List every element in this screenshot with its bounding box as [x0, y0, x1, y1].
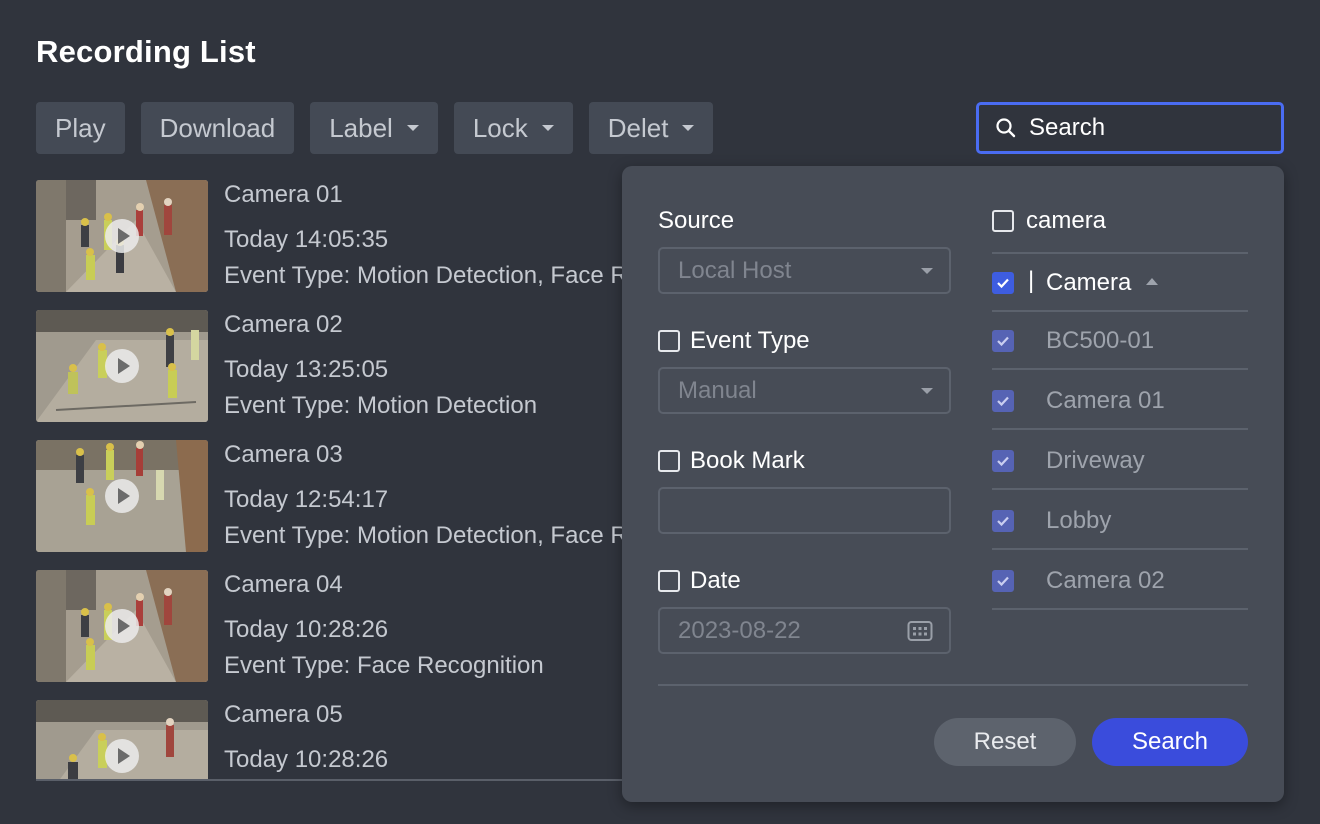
recording-event: Event Type: Motion Detection [224, 392, 537, 420]
event-type-toggle[interactable]: Event Type [658, 327, 810, 355]
date-checkbox[interactable] [658, 570, 680, 592]
source-select-value: Local Host [678, 257, 791, 285]
recording-time: Today 10:28:26 [224, 616, 388, 644]
chevron-down-icon [542, 125, 554, 131]
bookmark-input[interactable] [658, 487, 951, 534]
camera-checkbox[interactable] [992, 390, 1014, 412]
source-label: Source [658, 207, 734, 235]
bookmark-toggle[interactable]: Book Mark [658, 447, 805, 475]
toolbar: Play Download Label Lock Delet [36, 102, 713, 154]
thumbnail[interactable] [36, 180, 208, 292]
list-item[interactable]: Camera 04 Today 10:28:26 Event Type: Fac… [36, 570, 636, 682]
list-item[interactable]: Camera 02 Today 13:25:05 Event Type: Mot… [36, 310, 636, 422]
camera-row[interactable]: BC500-01 [992, 312, 1248, 370]
date-input[interactable]: 2023-08-22 [658, 607, 951, 654]
play-icon[interactable] [104, 608, 140, 644]
camera-name: BC500-01 [1046, 327, 1154, 355]
sort-up-icon[interactable] [1146, 278, 1158, 285]
recording-time: Today 14:05:35 [224, 226, 388, 254]
label-dropdown[interactable]: Label [310, 102, 438, 154]
play-button[interactable]: Play [36, 102, 125, 154]
date-input-value: 2023-08-22 [678, 617, 801, 645]
camera-row[interactable]: Driveway [992, 432, 1248, 490]
chevron-down-icon [682, 125, 694, 131]
event-type-select-value: Manual [678, 377, 757, 405]
play-icon[interactable] [104, 738, 140, 774]
delete-dropdown[interactable]: Delet [589, 102, 714, 154]
list-divider [36, 779, 626, 781]
camera-checkbox[interactable] [992, 330, 1014, 352]
date-label: Date [690, 567, 741, 595]
camera-header-row: | Camera [992, 254, 1248, 312]
bookmark-label: Book Mark [690, 447, 805, 475]
event-type-select[interactable]: Manual [658, 367, 951, 414]
download-button[interactable]: Download [141, 102, 295, 154]
recording-camera: Camera 04 [224, 571, 343, 599]
chevron-down-icon [407, 125, 419, 131]
search-input[interactable] [1029, 114, 1269, 142]
chevron-down-icon [921, 388, 933, 394]
panel-divider [658, 684, 1248, 686]
list-item[interactable]: Camera 03 Today 12:54:17 Event Type: Mot… [36, 440, 636, 552]
camera-checkbox[interactable] [992, 510, 1014, 532]
recording-event: Event Type: Motion Detection, Face Recog… [224, 522, 636, 550]
recording-time: Today 13:25:05 [224, 356, 388, 384]
thumbnail[interactable] [36, 700, 208, 780]
delete-dropdown-label: Delet [608, 113, 669, 144]
recording-camera: Camera 05 [224, 701, 343, 729]
recording-camera: Camera 03 [224, 441, 343, 469]
camera-name: Camera 01 [1046, 387, 1165, 415]
list-item[interactable]: Camera 05 Today 10:28:26 [36, 700, 636, 780]
recording-time: Today 10:28:26 [224, 746, 388, 774]
search-filter-panel: Source Local Host Event Type Manual Book… [622, 166, 1284, 802]
camera-checkbox[interactable] [992, 450, 1014, 472]
play-icon[interactable] [104, 348, 140, 384]
camera-name: Driveway [1046, 447, 1145, 475]
camera-toggle[interactable]: camera [992, 207, 1106, 235]
lock-dropdown-label: Lock [473, 113, 528, 144]
thumbnail[interactable] [36, 310, 208, 422]
download-button-label: Download [160, 113, 276, 144]
camera-name: Camera 02 [1046, 567, 1165, 595]
calendar-icon[interactable] [907, 620, 933, 642]
recording-time: Today 12:54:17 [224, 486, 388, 514]
search-icon [995, 117, 1017, 139]
camera-toggle-label: camera [1026, 207, 1106, 235]
date-toggle[interactable]: Date [658, 567, 741, 595]
thumbnail[interactable] [36, 440, 208, 552]
recording-list: Camera 01 Today 14:05:35 Event Type: Mot… [36, 180, 636, 780]
camera-checkbox[interactable] [992, 210, 1014, 232]
event-type-checkbox[interactable] [658, 330, 680, 352]
recording-camera: Camera 01 [224, 181, 343, 209]
camera-checkbox[interactable] [992, 570, 1014, 592]
recording-event: Event Type: Motion Detection, Face Recog… [224, 262, 636, 290]
camera-row[interactable]: Lobby [992, 492, 1248, 550]
source-select[interactable]: Local Host [658, 247, 951, 294]
lock-dropdown[interactable]: Lock [454, 102, 573, 154]
bookmark-checkbox[interactable] [658, 450, 680, 472]
search-field[interactable] [976, 102, 1284, 154]
thumbnail[interactable] [36, 570, 208, 682]
play-icon[interactable] [104, 478, 140, 514]
chevron-down-icon [921, 268, 933, 274]
play-button-label: Play [55, 113, 106, 144]
camera-column-header[interactable]: Camera [1046, 269, 1131, 297]
column-separator: | [1028, 267, 1034, 295]
reset-button[interactable]: Reset [934, 718, 1076, 766]
select-all-cameras-checkbox[interactable] [992, 272, 1014, 294]
recording-event: Event Type: Face Recognition [224, 652, 544, 680]
list-item[interactable]: Camera 01 Today 14:05:35 Event Type: Mot… [36, 180, 636, 292]
camera-name: Lobby [1046, 507, 1111, 535]
label-dropdown-label: Label [329, 113, 393, 144]
play-icon[interactable] [104, 218, 140, 254]
camera-row[interactable]: Camera 01 [992, 372, 1248, 430]
page-title: Recording List [36, 34, 256, 70]
event-type-label: Event Type [690, 327, 810, 355]
search-button[interactable]: Search [1092, 718, 1248, 766]
camera-row[interactable]: Camera 02 [992, 552, 1248, 610]
recording-camera: Camera 02 [224, 311, 343, 339]
